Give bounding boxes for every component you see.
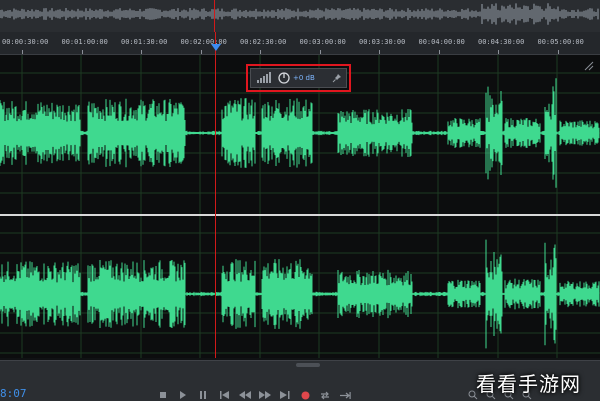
timeline-tick [200,50,202,54]
timeline-label: 00:05:00:00 [537,38,584,46]
level-meter-icon [255,69,273,87]
time-display: 8:07 [0,387,27,400]
volume-knob-icon[interactable] [277,69,291,87]
waveform-editor[interactable] [0,55,600,358]
playhead-marker-icon[interactable] [211,44,221,51]
scroll-grip[interactable] [296,363,320,367]
timeline-tick [438,50,440,54]
volume-value[interactable]: +0 dB [293,69,323,87]
watermark-logo: 看看手游网 [476,372,581,396]
pin-icon[interactable] [331,69,343,87]
overview-waveform-graphic [0,0,600,32]
stop-icon[interactable] [156,390,170,400]
timeline-label: 00:01:30:00 [121,38,168,46]
timeline-label: 00:04:00:00 [418,38,465,46]
timeline-ruler[interactable]: 00:00:30:00 00:01:00:00 00:01:30:00 00:02:0… [0,32,600,55]
timeline-tick [141,50,142,54]
rewind-icon[interactable] [238,390,252,400]
resize-corner-icon[interactable] [584,56,594,71]
timeline-tick [557,50,559,54]
waveform-graphic [0,55,600,358]
go-to-end-icon[interactable] [278,390,292,400]
timeline-tick [379,50,380,54]
timeline-label: 00:01:00:00 [61,38,108,46]
pause-icon[interactable] [196,390,210,400]
timeline-label: 00:03:30:00 [359,38,406,46]
timeline-tick [498,50,499,54]
timeline-label: 00:02:30:00 [240,38,287,46]
timeline-tick [260,50,261,54]
record-icon[interactable] [298,390,312,400]
timeline-label: 00:04:30:00 [478,38,525,46]
loop-icon[interactable] [318,390,332,400]
timeline-tick [22,50,23,54]
playhead-line[interactable] [215,32,216,358]
channel-divider [0,214,600,216]
overview-waveform[interactable] [0,0,600,32]
volume-hud[interactable]: +0 dB [250,68,347,88]
timeline-tick [81,50,83,54]
timeline-label: 00:03:00:00 [299,38,346,46]
go-to-start-icon[interactable] [218,390,232,400]
timeline-tick [319,50,321,54]
play-icon[interactable] [176,390,190,400]
fast-forward-icon[interactable] [258,390,272,400]
skip-icon[interactable] [338,390,352,400]
timeline-label: 00:00:30:00 [2,38,49,46]
